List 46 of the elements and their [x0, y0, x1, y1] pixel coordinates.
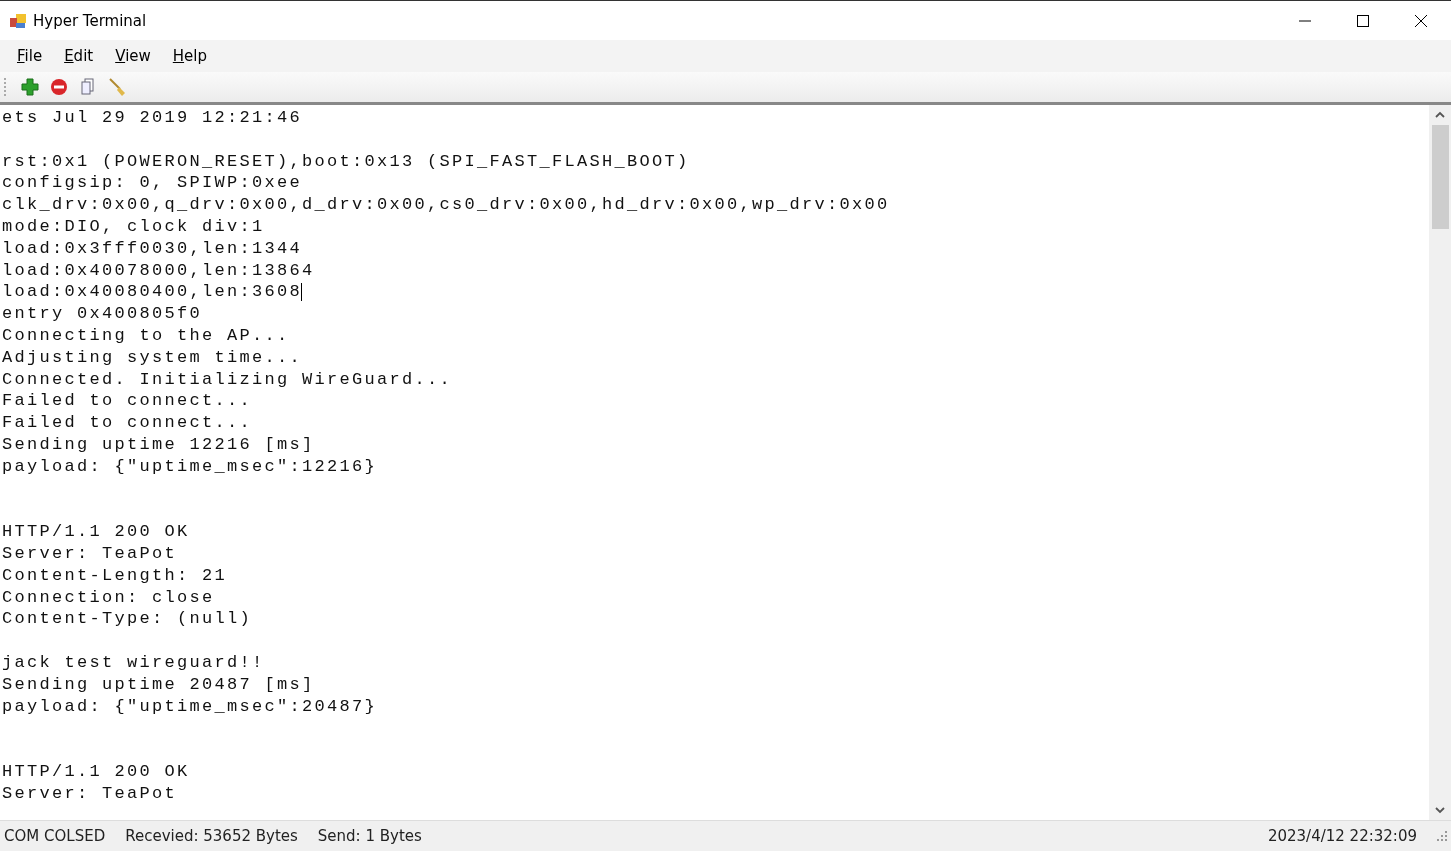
terminal-line: Failed to connect...	[2, 390, 254, 413]
broom-icon[interactable]	[108, 77, 128, 97]
terminal-line: Content-Type: (null)	[2, 608, 254, 631]
status-time: 2023/4/12 22:32:09	[1267, 827, 1417, 845]
terminal-line: HTTP/1.1 200 OK	[2, 760, 191, 783]
terminal-line: Server: TeaPot	[2, 782, 179, 805]
terminal-line: clk_drv:0x00,q_drv:0x00,d_drv:0x00,cs0_drv:0x00,hd_drv:0x00,wp_drv:0x00	[2, 194, 891, 216]
menu-item[interactable]: View	[115, 47, 151, 65]
terminal-line: load:0x3fff0030,len:1344	[2, 237, 304, 260]
plus-icon[interactable]	[21, 78, 39, 96]
scrollbar-thumb[interactable]	[1431, 125, 1449, 229]
port-status: COM COLSED	[4, 827, 106, 845]
stop-icon[interactable]	[50, 78, 68, 96]
scroll-down-icon[interactable]	[1435, 806, 1445, 814]
maximize-icon[interactable]	[1357, 14, 1369, 27]
terminal-line: payload: {"uptime_msec":12216}	[2, 455, 379, 478]
terminal-line: mode:DIO, clock div:1	[2, 216, 266, 238]
terminal-line: Connecting to the AP...	[2, 324, 291, 347]
terminal-line: ets Jul 29 2019 12:21:46	[2, 107, 304, 129]
terminal-line: Failed to connect...	[2, 412, 254, 434]
terminal-line: Connected. Initializing WireGuard...	[2, 368, 454, 391]
terminal-line: Sending uptime 20487 [ms]	[2, 673, 316, 696]
resize-grip-icon[interactable]	[1437, 831, 1447, 841]
terminal-line: load:0x40080400,len:3608	[2, 281, 304, 304]
terminal-line: payload: {"uptime_msec":20487}	[2, 695, 379, 718]
terminal-line: Adjusting system time...	[2, 346, 304, 369]
terminal-line: jack test wireguard!!	[2, 651, 266, 674]
terminal-line: configsip: 0, SPIWP:0xee	[2, 172, 304, 195]
terminal-line: rst:0x1 (POWERON_RESET),boot:0x13 (SPI_FAST_FLASH_BOOT)	[2, 150, 691, 173]
terminal-line: Server: TeaPot	[2, 542, 179, 565]
terminal-line: Connection: close	[2, 586, 216, 609]
sent-count: Send: 1 Bytes	[317, 827, 422, 845]
menu-item[interactable]: File	[17, 47, 43, 65]
copy-icon[interactable]	[79, 78, 97, 96]
terminal-line: Content-Length: 21	[2, 564, 229, 587]
terminal-line: load:0x40078000,len:13864	[2, 259, 316, 282]
menu-item[interactable]: Help	[172, 47, 207, 65]
menu-item[interactable]: Edit	[64, 47, 94, 65]
app-icon	[9, 12, 27, 29]
terminal-line: Sending uptime 12216 [ms]	[2, 433, 316, 456]
close-icon[interactable]	[1415, 14, 1427, 27]
scroll-up-icon[interactable]	[1435, 111, 1445, 119]
received-count: Recevied: 53652 Bytes	[125, 827, 298, 845]
terminal-line: entry 0x400805f0	[2, 303, 204, 325]
terminal-line: HTTP/1.1 200 OK	[2, 521, 191, 543]
window-title: Hyper Terminal	[33, 11, 147, 30]
